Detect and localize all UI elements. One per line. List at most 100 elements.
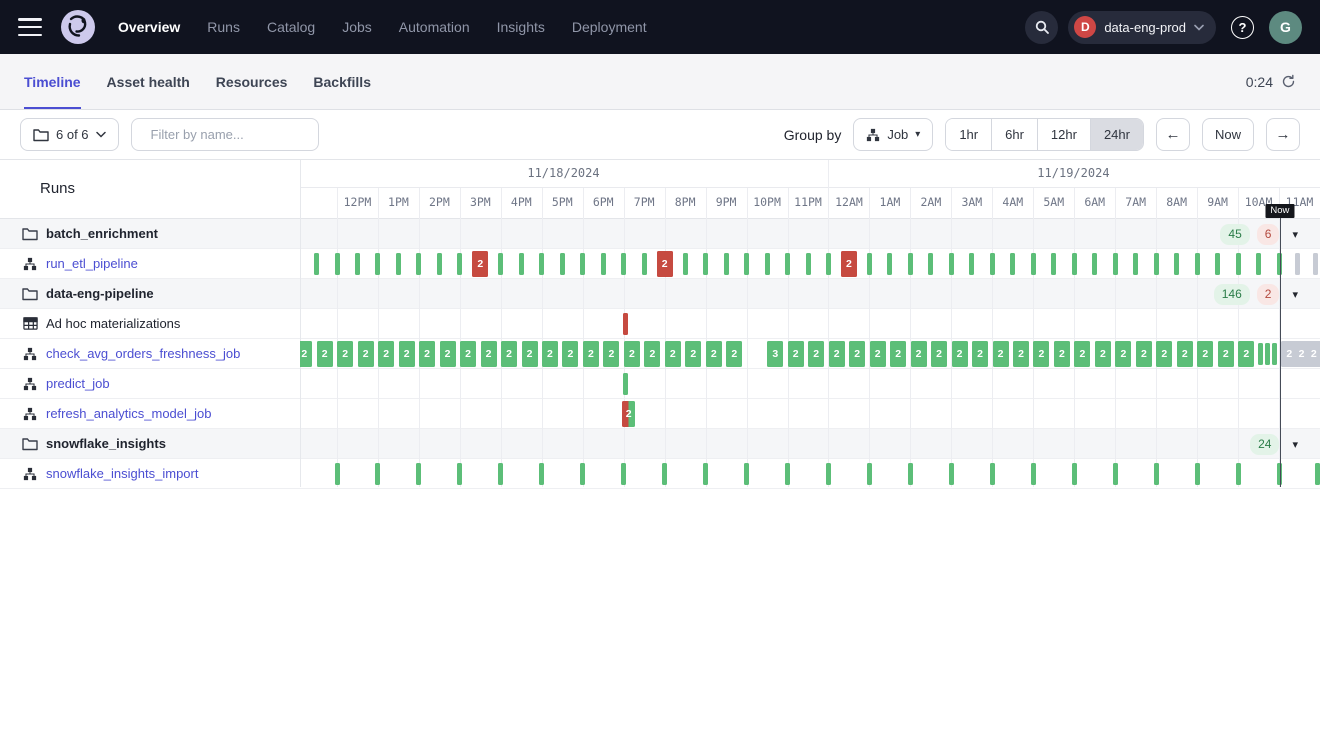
run-bar-success[interactable] bbox=[1072, 463, 1077, 485]
run-bar-success[interactable] bbox=[437, 253, 442, 275]
run-bar-success[interactable]: 2 bbox=[440, 341, 456, 367]
job-link[interactable]: predict_job bbox=[46, 376, 110, 391]
run-bar-success[interactable] bbox=[1265, 343, 1270, 365]
run-bar-success[interactable]: 2 bbox=[931, 341, 947, 367]
nav-item-jobs[interactable]: Jobs bbox=[342, 19, 372, 35]
run-bar-success[interactable]: 3 bbox=[767, 341, 783, 367]
run-bar-success[interactable]: 2 bbox=[481, 341, 497, 367]
run-bar-success[interactable] bbox=[1154, 253, 1159, 275]
run-bar-success[interactable] bbox=[621, 253, 626, 275]
run-bar-success[interactable] bbox=[1113, 253, 1118, 275]
run-bar-success[interactable]: 2 bbox=[522, 341, 538, 367]
run-bar-success[interactable] bbox=[990, 253, 995, 275]
tab-backfills[interactable]: Backfills bbox=[313, 54, 371, 109]
run-bar-success[interactable] bbox=[498, 463, 503, 485]
run-bar-success[interactable] bbox=[355, 253, 360, 275]
run-bar-success[interactable] bbox=[662, 463, 667, 485]
run-bar-success[interactable]: 2 bbox=[583, 341, 599, 367]
run-bar-success[interactable] bbox=[580, 253, 585, 275]
run-bar-success[interactable]: 2 bbox=[993, 341, 1009, 367]
avatar[interactable]: G bbox=[1269, 11, 1302, 44]
run-bar-success[interactable]: 2 bbox=[644, 341, 660, 367]
run-bar-failure[interactable]: 2 bbox=[657, 251, 673, 277]
run-bar-success[interactable] bbox=[1092, 253, 1097, 275]
run-bar-success[interactable] bbox=[1256, 253, 1261, 275]
nav-item-deployment[interactable]: Deployment bbox=[572, 19, 647, 35]
run-bar-success[interactable]: 2 bbox=[1218, 341, 1234, 367]
range-1hr[interactable]: 1hr bbox=[946, 119, 991, 150]
run-bar-success[interactable] bbox=[1195, 253, 1200, 275]
run-bar-success[interactable]: 2 bbox=[1115, 341, 1131, 367]
expand-caret-icon[interactable]: ▾ bbox=[1292, 438, 1298, 451]
run-bar-success[interactable] bbox=[867, 253, 872, 275]
refresh-icon[interactable] bbox=[1281, 74, 1296, 89]
run-bar-success[interactable] bbox=[949, 463, 954, 485]
run-bar-success[interactable]: 2 bbox=[317, 341, 333, 367]
run-bar-success[interactable]: 2 bbox=[1156, 341, 1172, 367]
run-bar-success[interactable] bbox=[1215, 253, 1220, 275]
run-bar-success[interactable] bbox=[335, 253, 340, 275]
run-bar-success[interactable] bbox=[785, 253, 790, 275]
job-link[interactable]: refresh_analytics_model_job bbox=[46, 406, 211, 421]
hamburger-menu-icon[interactable] bbox=[18, 18, 42, 36]
group-by-selector[interactable]: Job ▾ bbox=[853, 118, 933, 151]
job-link[interactable]: check_avg_orders_freshness_job bbox=[46, 346, 240, 361]
run-bar-success[interactable]: 2 bbox=[460, 341, 476, 367]
run-bar-success[interactable] bbox=[908, 463, 913, 485]
run-bar-success[interactable]: 2 bbox=[603, 341, 619, 367]
run-bar-success[interactable] bbox=[375, 463, 380, 485]
run-bar-success[interactable] bbox=[826, 253, 831, 275]
run-bar-success[interactable] bbox=[806, 253, 811, 275]
tab-timeline[interactable]: Timeline bbox=[24, 54, 81, 109]
run-bar-success[interactable]: 2 bbox=[1177, 341, 1193, 367]
range-12hr[interactable]: 12hr bbox=[1037, 119, 1090, 150]
deployment-selector[interactable]: D data-eng-prod bbox=[1068, 11, 1216, 44]
range-24hr[interactable]: 24hr bbox=[1090, 119, 1143, 150]
help-button[interactable]: ? bbox=[1226, 11, 1259, 44]
run-bar-success[interactable]: 2 bbox=[890, 341, 906, 367]
run-bar-success[interactable]: 2 bbox=[562, 341, 578, 367]
run-bar-success[interactable] bbox=[1272, 343, 1277, 365]
run-bar-success[interactable] bbox=[703, 463, 708, 485]
run-bar-success[interactable] bbox=[1051, 253, 1056, 275]
run-bar-success[interactable]: 2 bbox=[1033, 341, 1049, 367]
run-bar-success[interactable] bbox=[1133, 253, 1138, 275]
run-bar-mixed[interactable]: 2 bbox=[622, 401, 635, 427]
nav-item-overview[interactable]: Overview bbox=[118, 19, 180, 35]
run-bar-success[interactable]: 2 bbox=[808, 341, 824, 367]
run-bar-success[interactable]: 2 bbox=[726, 341, 742, 367]
run-bar-success[interactable] bbox=[1315, 463, 1320, 485]
run-bar-scheduled[interactable]: 2 bbox=[1306, 341, 1320, 367]
run-bar-success[interactable]: 2 bbox=[685, 341, 701, 367]
run-bar-success[interactable] bbox=[1174, 253, 1179, 275]
run-bar-success[interactable] bbox=[416, 253, 421, 275]
run-bar-success[interactable]: 2 bbox=[870, 341, 886, 367]
job-link[interactable]: run_etl_pipeline bbox=[46, 256, 138, 271]
run-bar-success[interactable] bbox=[457, 253, 462, 275]
run-bar-success[interactable] bbox=[928, 253, 933, 275]
run-bar-success[interactable] bbox=[744, 253, 749, 275]
run-bar-success[interactable] bbox=[683, 253, 688, 275]
run-bar-success[interactable]: 2 bbox=[1074, 341, 1090, 367]
run-bar-success[interactable]: 2 bbox=[1238, 341, 1254, 367]
run-bar-success[interactable]: 2 bbox=[1197, 341, 1213, 367]
code-location-filter[interactable]: 6 of 6 bbox=[20, 118, 119, 151]
jump-to-now-button[interactable]: Now bbox=[1202, 118, 1254, 151]
run-bar-success[interactable] bbox=[908, 253, 913, 275]
run-bar-success[interactable] bbox=[703, 253, 708, 275]
job-link[interactable]: snowflake_insights_import bbox=[46, 466, 198, 481]
run-bar-success[interactable] bbox=[785, 463, 790, 485]
run-bar-success[interactable]: 2 bbox=[358, 341, 374, 367]
expand-caret-icon[interactable]: ▾ bbox=[1292, 228, 1298, 241]
expand-caret-icon[interactable]: ▾ bbox=[1292, 288, 1298, 301]
run-bar-success[interactable] bbox=[1031, 463, 1036, 485]
run-bar-success[interactable]: 2 bbox=[1136, 341, 1152, 367]
run-bar-success[interactable] bbox=[560, 253, 565, 275]
run-bar-success[interactable] bbox=[416, 463, 421, 485]
run-bar-failure[interactable]: 2 bbox=[472, 251, 488, 277]
run-bar-success[interactable] bbox=[887, 253, 892, 275]
run-bar-success[interactable] bbox=[1010, 253, 1015, 275]
run-bar-success[interactable] bbox=[498, 253, 503, 275]
run-bar-success[interactable] bbox=[867, 463, 872, 485]
run-bar-success[interactable]: 2 bbox=[337, 341, 353, 367]
